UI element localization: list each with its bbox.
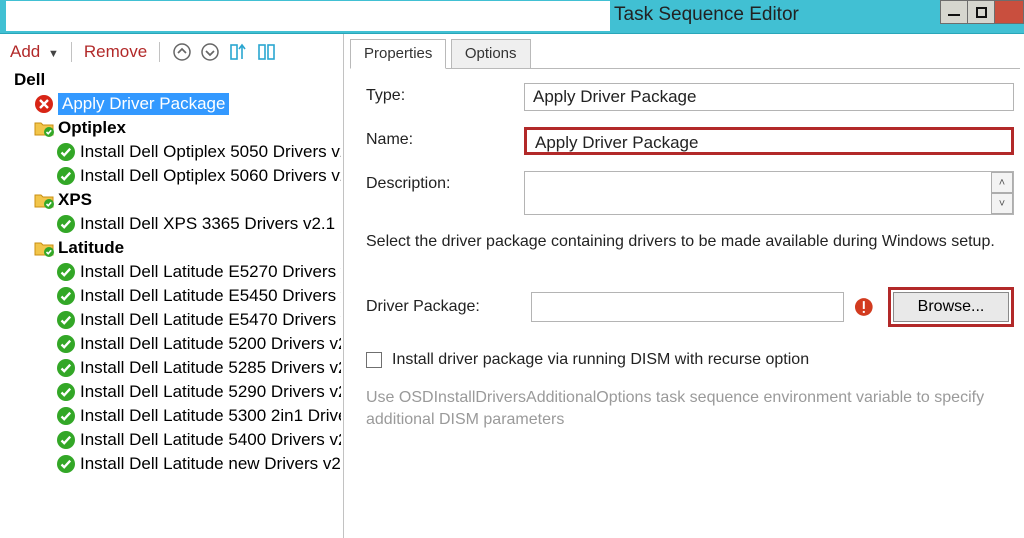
- type-label: Type:: [366, 83, 524, 105]
- tree-item[interactable]: Install Dell Latitude E5270 Drivers v2.: [56, 260, 341, 284]
- move-up-icon[interactable]: [228, 42, 248, 62]
- add-button[interactable]: Add ▼: [10, 42, 72, 62]
- tree-item[interactable]: Install Dell Latitude 5200 Drivers v2.1: [56, 332, 341, 356]
- driver-package-field[interactable]: [531, 292, 845, 322]
- tree-item[interactable]: Install Dell XPS 3365 Drivers v2.1: [56, 212, 341, 236]
- dism-hint: Use OSDInstallDriversAdditionalOptions t…: [366, 387, 1014, 430]
- description-scroll[interactable]: ˄ ˅: [991, 172, 1013, 214]
- expand-all-icon[interactable]: [172, 42, 192, 62]
- left-pane: Add ▼ Remove DellApply Driver P: [0, 34, 344, 538]
- tree-root[interactable]: Dell: [14, 68, 341, 92]
- warning-icon: [854, 297, 874, 317]
- window-title: Task Sequence Editor: [614, 4, 799, 26]
- tab-bar: Properties Options: [350, 38, 1020, 69]
- add-label: Add: [10, 42, 40, 61]
- description-label: Description:: [366, 171, 524, 193]
- collapse-all-icon[interactable]: [200, 42, 220, 62]
- tab-options[interactable]: Options: [451, 39, 531, 68]
- maximize-button[interactable]: [967, 0, 995, 24]
- tree-selected-node[interactable]: Apply Driver Package: [34, 92, 341, 116]
- window-controls: [941, 0, 1024, 24]
- scroll-down-icon[interactable]: ˅: [991, 193, 1013, 214]
- type-field: Apply Driver Package: [524, 83, 1014, 111]
- tree-group[interactable]: Latitude: [34, 236, 341, 260]
- browse-button[interactable]: Browse...: [893, 292, 1009, 322]
- tree-item[interactable]: Install Dell Latitude 5400 Drivers v2.1: [56, 428, 341, 452]
- dism-checkbox[interactable]: [366, 352, 382, 368]
- minimize-button[interactable]: [940, 0, 968, 24]
- dropdown-caret-icon: ▼: [48, 48, 59, 60]
- tree-selected-label: Apply Driver Package: [58, 93, 229, 115]
- left-toolbar: Add ▼ Remove: [10, 42, 341, 62]
- tree-item[interactable]: Install Dell Latitude E5470 Drivers v2.: [56, 308, 341, 332]
- description-textarea[interactable]: [525, 172, 991, 214]
- tree-item[interactable]: Install Dell Latitude 5300 2in1 Drivers: [56, 404, 341, 428]
- tree-item[interactable]: Install Dell Optiplex 5060 Drivers v2.1: [56, 164, 341, 188]
- scroll-up-icon[interactable]: ˄: [991, 172, 1013, 193]
- name-label: Name:: [366, 127, 524, 149]
- tree-group[interactable]: Optiplex: [34, 116, 341, 140]
- tab-properties[interactable]: Properties: [350, 39, 446, 69]
- close-button[interactable]: [994, 0, 1024, 24]
- tree-group[interactable]: XPS: [34, 188, 341, 212]
- title-bar: Task Sequence Editor: [0, 0, 1024, 34]
- description-field[interactable]: ˄ ˅: [524, 171, 1014, 215]
- tree-item[interactable]: Install Dell Latitude 5285 Drivers v2.1: [56, 356, 341, 380]
- tree-item[interactable]: Install Dell Latitude new Drivers v2.1: [56, 452, 341, 476]
- driver-package-label: Driver Package:: [366, 298, 531, 316]
- info-text: Select the driver package containing dri…: [366, 233, 1014, 251]
- right-pane: Properties Options Type: Apply Driver Pa…: [344, 34, 1024, 538]
- title-whiteout: [6, 1, 610, 31]
- move-down-icon[interactable]: [256, 42, 276, 62]
- tree-item[interactable]: Install Dell Latitude E5450 Drivers v2.: [56, 284, 341, 308]
- tree-item[interactable]: Install Dell Latitude 5290 Drivers v2.1: [56, 380, 341, 404]
- tree-item[interactable]: Install Dell Optiplex 5050 Drivers v2.1: [56, 140, 341, 164]
- dism-checkbox-label: Install driver package via running DISM …: [392, 351, 809, 369]
- name-field[interactable]: Apply Driver Package: [524, 127, 1014, 155]
- task-sequence-tree[interactable]: DellApply Driver PackageOptiplexInstall …: [10, 68, 341, 476]
- remove-button[interactable]: Remove: [84, 42, 160, 62]
